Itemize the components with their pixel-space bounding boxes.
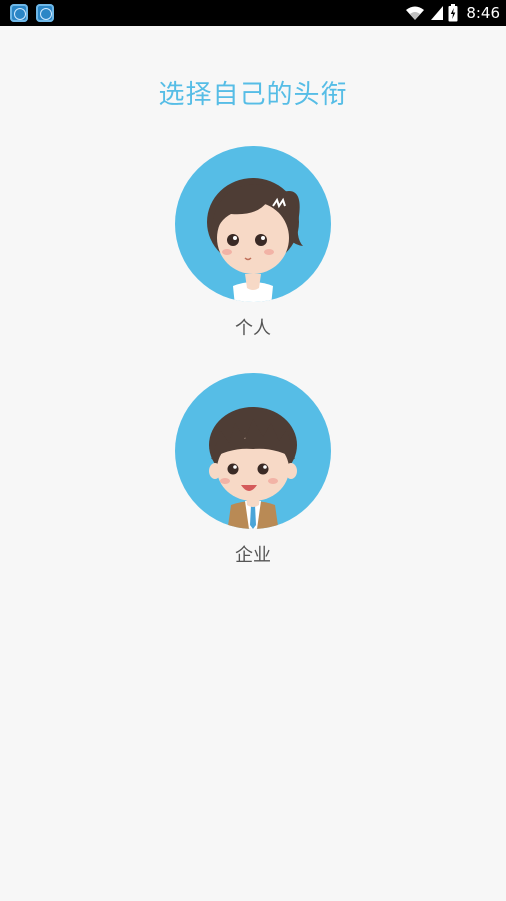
wifi-icon (406, 6, 425, 20)
signal-icon (431, 6, 444, 20)
role-option-enterprise[interactable]: 企业 (0, 373, 506, 567)
app-icon (36, 4, 54, 22)
app-icon (10, 4, 28, 22)
female-avatar-icon[interactable] (175, 146, 331, 302)
role-label-enterprise[interactable]: 企业 (0, 541, 506, 567)
status-icons: 8:46 (404, 0, 500, 26)
page-title: 选择自己的头衔 (158, 80, 348, 110)
status-bar: 8:46 (0, 0, 506, 26)
role-option-personal[interactable]: 个人 (0, 146, 506, 340)
male-avatar-icon[interactable] (175, 373, 331, 529)
role-label-personal[interactable]: 个人 (0, 314, 506, 340)
clock: 8:46 (466, 4, 500, 22)
battery-icon (448, 4, 458, 22)
